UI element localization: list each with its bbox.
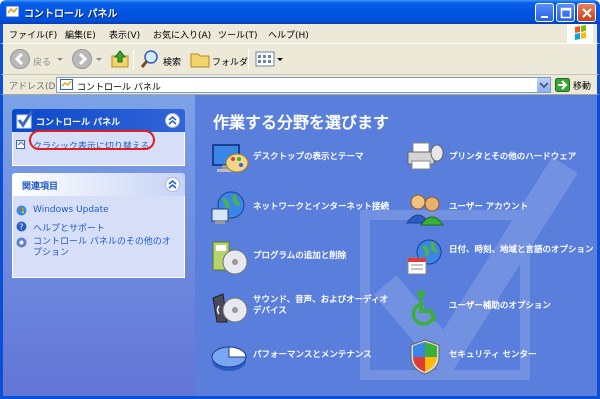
back-dropdown-icon[interactable]	[55, 48, 65, 70]
control-panel-small-icon	[60, 79, 73, 90]
close-button[interactable]	[577, 3, 596, 22]
category-label: パフォーマンスとメンテナンス	[253, 350, 372, 360]
close-icon	[582, 8, 592, 18]
accessibility-icon	[411, 290, 437, 326]
svg-text:?: ?	[19, 223, 23, 232]
category-appearance-themes[interactable]: デスクトップの表示とテーマ	[209, 139, 399, 179]
chevron-up-icon	[168, 180, 177, 189]
forward-arrow-icon[interactable]	[71, 48, 93, 70]
category-label: 日付、時刻、地域と言語のオプション	[449, 245, 594, 255]
related-topics-panel: 関連項目 Windows Update ? ヘルプとサポート コントロール パネ…	[12, 173, 185, 278]
other-control-panel-options-link[interactable]: コントロール パネルのその他のオプション	[33, 237, 173, 259]
main-area: コントロール パネル クラシック表示に切り替える 関連項目 Windows Up…	[0, 95, 600, 399]
back-button-label[interactable]: 戻る	[33, 55, 51, 68]
menu-edit[interactable]: 編集(E)	[65, 28, 96, 41]
category-label: ユーザー アカウント	[449, 202, 529, 212]
minimize-button[interactable]	[535, 3, 554, 22]
menu-favorites[interactable]: お気に入り(A)	[153, 28, 211, 41]
menu-tools[interactable]: ツール(T)	[218, 28, 258, 41]
collapse-button[interactable]	[165, 177, 180, 192]
address-bar: アドレス(D) コントロール パネル 移動	[0, 75, 600, 95]
search-icon[interactable]	[139, 48, 161, 70]
toolbar-separator	[248, 49, 249, 69]
address-input[interactable]: コントロール パネル	[56, 77, 551, 93]
forward-dropdown-icon[interactable]	[94, 48, 104, 70]
panel-title: 関連項目	[22, 182, 59, 192]
title-bar[interactable]: コントロール パネル	[0, 0, 600, 24]
toolbar: 戻る 検索 フォルダ	[0, 43, 600, 75]
menu-bar: ファイル(F) 編集(E) 表示(V) お気に入り(A) ツール(T) ヘルプ(…	[0, 24, 600, 43]
date-time-globe-icon	[407, 239, 442, 275]
category-label: ユーザー補助のオプション	[449, 301, 551, 311]
maximize-icon	[560, 7, 572, 19]
speaker-icon	[212, 293, 248, 323]
go-arrow-icon	[555, 78, 570, 92]
menu-help[interactable]: ヘルプ(H)	[268, 28, 309, 41]
category-network-internet[interactable]: ネットワークとインターネット接続	[209, 189, 399, 229]
category-accessibility[interactable]: ユーザー補助のオプション	[405, 288, 595, 328]
category-performance-maintenance[interactable]: パフォーマンスとメンテナンス	[209, 337, 399, 377]
windows-logo-icon	[567, 24, 593, 43]
help-icon: ?	[16, 221, 27, 232]
chevron-up-icon	[168, 116, 177, 125]
category-date-time-region[interactable]: 日付、時刻、地域と言語のオプション	[405, 238, 595, 278]
control-panel-icon	[5, 5, 20, 18]
control-panel-options-icon	[16, 237, 27, 248]
printer-icon	[407, 142, 444, 170]
task-pane: コントロール パネル クラシック表示に切り替える 関連項目 Windows Up…	[3, 95, 195, 396]
security-shield-icon	[410, 339, 440, 375]
address-label: アドレス(D)	[9, 82, 59, 92]
folder-icon[interactable]	[189, 48, 211, 70]
go-button[interactable]: 移動	[555, 78, 600, 92]
back-arrow-icon[interactable]	[9, 48, 31, 70]
search-button-label[interactable]: 検索	[163, 55, 181, 68]
address-dropdown-button[interactable]	[536, 78, 550, 92]
folders-button-label[interactable]: フォルダ	[212, 55, 248, 68]
category-view: 作業する分野を選びます デスクトップの表示とテーマ プリンタとその他のハードウェ…	[195, 95, 597, 396]
category-label: サウンド、音声、およびオーディオ デバイス	[253, 295, 389, 316]
views-icon[interactable]	[254, 48, 284, 70]
highlight-annotation	[29, 130, 155, 150]
pie-chart-icon	[211, 346, 247, 371]
collapse-button[interactable]	[165, 113, 180, 128]
toolbar-separator	[133, 49, 134, 69]
menu-view[interactable]: 表示(V)	[109, 28, 140, 41]
window-title: コントロール パネル	[24, 9, 118, 20]
category-label: ネットワークとインターネット接続	[253, 202, 390, 212]
category-printers-hardware[interactable]: プリンタとその他のハードウェア	[405, 139, 595, 179]
panel-header[interactable]: コントロール パネル	[12, 109, 185, 132]
go-label: 移動	[573, 82, 592, 92]
category-add-remove-programs[interactable]: プログラムの追加と削除	[209, 238, 399, 278]
windows-update-icon	[16, 205, 27, 216]
windows-update-link[interactable]: Windows Update	[33, 205, 109, 215]
category-label: セキュリティ センター	[449, 350, 537, 360]
page-title: 作業する分野を選びます	[213, 113, 390, 132]
panel-header[interactable]: 関連項目	[12, 173, 185, 196]
category-label: プリンタとその他のハードウェア	[449, 152, 577, 162]
panel-body: Windows Update ? ヘルプとサポート コントロール パネルのその他…	[12, 196, 185, 278]
category-label: プログラムの追加と削除	[253, 251, 347, 261]
user-accounts-icon	[406, 194, 444, 226]
panel-title: コントロール パネル	[36, 118, 121, 128]
address-value: コントロール パネル	[77, 83, 161, 93]
up-folder-icon[interactable]	[109, 48, 131, 70]
control-panel-checkmark-icon	[16, 110, 34, 129]
category-sounds-audio[interactable]: サウンド、音声、およびオーディオ デバイス	[209, 288, 399, 328]
category-security-center[interactable]: セキュリティ センター	[405, 337, 595, 377]
switch-view-icon	[16, 140, 25, 149]
minimize-icon	[541, 16, 548, 18]
maximize-button[interactable]	[556, 3, 575, 22]
network-globe-icon	[211, 191, 245, 224]
category-user-accounts[interactable]: ユーザー アカウント	[405, 189, 595, 229]
category-label: デスクトップの表示とテーマ	[253, 152, 364, 162]
desktop-theme-icon	[212, 144, 249, 173]
add-remove-programs-icon	[212, 241, 248, 275]
chevron-down-icon	[539, 82, 549, 89]
menu-file[interactable]: ファイル(F)	[9, 28, 57, 41]
help-and-support-link[interactable]: ヘルプとサポート	[33, 221, 105, 234]
